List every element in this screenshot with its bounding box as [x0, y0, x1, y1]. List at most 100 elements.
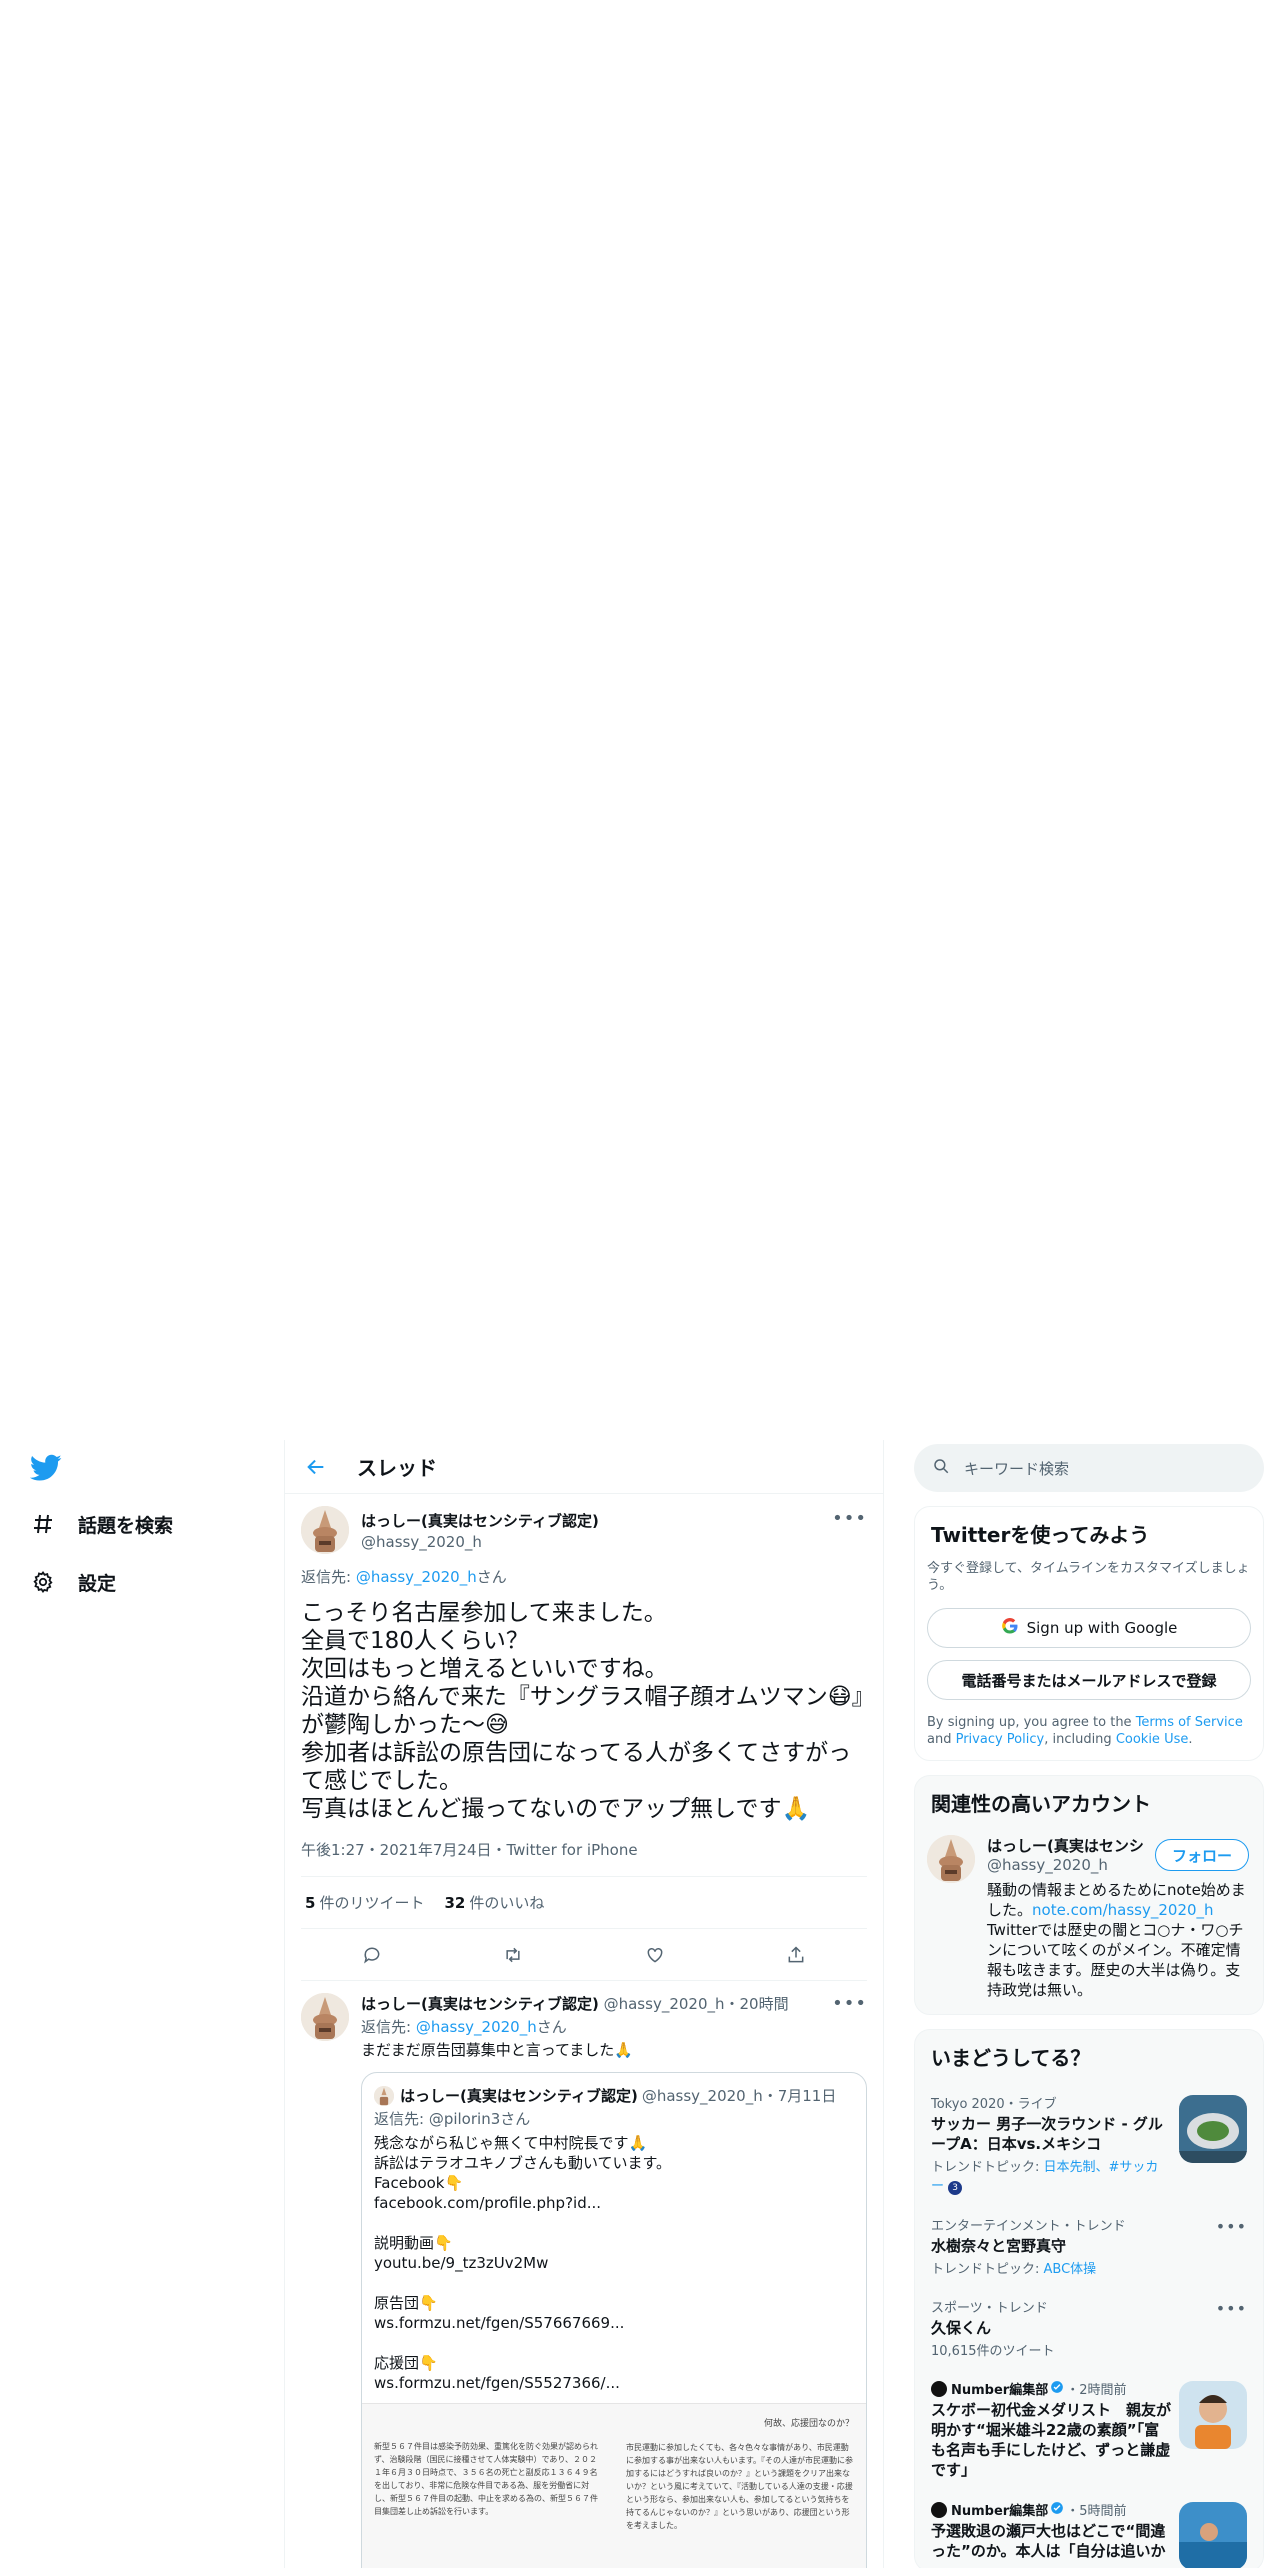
news-time: ・5時間前: [1066, 2504, 1127, 2519]
search-icon: [932, 1457, 950, 1479]
news-item[interactable]: Number編集部 ・5時間前 予選敗退の瀬戸大也はどこで“間違った”のか。本人…: [915, 2490, 1263, 2568]
trend-topics: トレンドトピック: ABC体操: [931, 2258, 1247, 2277]
search-box[interactable]: キーワード検索: [914, 1444, 1264, 1492]
doc-right-title: 何故、応援団なのか？: [763, 2419, 854, 2429]
news-item[interactable]: Number編集部 ・2時間前 スケボー初代金メダリスト 親友が明かす“堀米雄斗…: [915, 2369, 1263, 2490]
legal-end: .: [1188, 1732, 1193, 1747]
legal-prefix: By signing up, you agree to the: [927, 1715, 1136, 1730]
twitter-logo-icon[interactable]: [29, 1454, 62, 1482]
signup-subtitle: 今すぐ登録して、タイムラインをカスタマイズしましょう。: [927, 1561, 1250, 1593]
reply-author-name[interactable]: はっしー(真実はセンシティブ認定): [361, 1995, 599, 2013]
gear-icon: [30, 1569, 56, 1595]
tweet-text: こっそり名古屋参加して来ました。 全員で180人くらい？ 次回はもっと増えるとい…: [301, 1600, 864, 1822]
trend-headline: 水樹奈々と宮野真守: [931, 2237, 1067, 2255]
tweet-stats: 5 件のリツイート 32 件のいいね: [301, 1877, 867, 1929]
reply-replying-handle-link[interactable]: @hassy_2020_h: [416, 2018, 537, 2036]
related-title: 関連性の高いアカウント: [931, 1792, 1151, 1816]
related-bio-suffix: Twitterでは歴史の闇とコ○ナ・ワ○チンについて呟くのがメイン。不確定情報も…: [987, 1921, 1244, 1999]
stadium-thumbnail: [1179, 2095, 1247, 2163]
nav-explore[interactable]: 話題を検索: [30, 1504, 173, 1544]
news-headline: 予選敗退の瀬戸大也はどこで“間違った”のか。本人は「自分は追いか: [931, 2522, 1166, 2560]
related-accounts-card: 関連性の高いアカウント はっしー(真実はセンシ @hassy_2020_h 騒動…: [914, 1775, 1264, 2015]
quote-document-image[interactable]: 新型５６７件目は感染予防効果、重篤化を防ぐ効果が認められず、治験段階（国民に接種…: [362, 2403, 866, 2568]
reply-more-options-icon[interactable]: •••: [832, 1993, 867, 2014]
phone-email-signup-button[interactable]: 電話番号またはメールアドレスで登録: [927, 1660, 1251, 1700]
search-input[interactable]: キーワード検索: [964, 1458, 1069, 1479]
reply-replying-suffix: さん: [536, 2018, 567, 2036]
nav-explore-label: 話題を検索: [78, 1514, 174, 1537]
page-title: スレッド: [357, 1456, 437, 1480]
retweet-label[interactable]: 件のリツイート: [319, 1892, 424, 1913]
related-bio-link[interactable]: note.com/hassy_2020_h: [1032, 1901, 1214, 1919]
trend-item[interactable]: スポーツ・トレンド 久保くん 10,615件のツイート •••: [915, 2287, 1263, 2369]
avatar[interactable]: [927, 1835, 975, 1883]
swimmer-thumbnail: [1179, 2502, 1247, 2568]
author-name[interactable]: はっしー(真実はセンシティブ認定): [361, 1510, 599, 1531]
verified-icon: [1050, 2501, 1064, 2519]
google-signup-label: Sign up with Google: [1026, 1619, 1178, 1637]
more-options-icon[interactable]: •••: [832, 1508, 867, 1529]
doc-right-text: 市民運動に参加したくても、各々色々な事情があり、市民運動に参加する事が出来ない人…: [626, 2443, 854, 2530]
trend-item[interactable]: エンターテインメント・トレンド 水樹奈々と宮野真守 トレンドトピック: ABC体…: [915, 2205, 1263, 2287]
replying-handle-link[interactable]: @hassy_2020_h: [356, 1568, 477, 1586]
hashtag-icon: [30, 1511, 56, 1537]
more-options-icon[interactable]: •••: [1216, 2299, 1247, 2318]
quote-replying-to: 返信先: @pilorin3さん: [374, 2110, 531, 2128]
author-handle[interactable]: @hassy_2020_h: [361, 1533, 599, 1551]
trend-item[interactable]: Tokyo 2020・ライブ サッカー 男子一次ラウンド - グループA：日本v…: [915, 2083, 1263, 2205]
tweet-actions: [301, 1929, 867, 1981]
right-sidebar: キーワード検索 Twitterを使ってみよう 今すぐ登録して、タイムラインをカス…: [914, 1440, 1264, 2568]
quote-avatar: [374, 2085, 394, 2106]
trend-topic-links[interactable]: ABC体操: [1044, 2262, 1097, 2277]
trend-context: スポーツ・トレンド: [931, 2301, 1048, 2316]
trend-badge: 3: [948, 2181, 963, 2195]
avatar[interactable]: [301, 1993, 349, 2041]
nav-settings-label: 設定: [78, 1572, 117, 1595]
like-icon[interactable]: [644, 1944, 666, 1966]
reply-replying-prefix: 返信先:: [361, 2018, 416, 2036]
avatar[interactable]: [301, 1506, 349, 1554]
quote-author-name: はっしー(真実はセンシティブ認定): [400, 2087, 638, 2105]
trends-card: いまどうしてる？ Tokyo 2020・ライブ サッカー 男子一次ラウンド - …: [914, 2029, 1264, 2568]
phone-email-signup-label: 電話番号またはメールアドレスで登録: [961, 1671, 1217, 1690]
trend-topics-prefix: トレンドトピック:: [931, 2262, 1044, 2277]
thread-column: スレッド はっしー(真実はセンシティブ認定) @hassy_2020_h •••…: [284, 1440, 884, 2568]
back-arrow-icon[interactable]: [305, 1456, 327, 1478]
privacy-link[interactable]: Privacy Policy: [956, 1732, 1045, 1747]
doc-left-text: 新型５６７件目は感染予防効果、重篤化を防ぐ効果が認められず、治験段階（国民に接種…: [374, 2442, 598, 2516]
more-options-icon[interactable]: •••: [1216, 2217, 1247, 2236]
left-nav: 話題を検索 設定: [0, 1440, 284, 2568]
terms-link[interactable]: Terms of Service: [1136, 1715, 1243, 1730]
reply-handle-time[interactable]: @hassy_2020_h・20時間: [604, 1995, 789, 2013]
google-icon: [1001, 1617, 1019, 1639]
trend-context: エンターテインメント・トレンド: [931, 2219, 1126, 2234]
replying-suffix: さん: [476, 1568, 507, 1586]
nav-settings[interactable]: 設定: [30, 1562, 116, 1602]
number-logo-icon: [931, 2501, 947, 2518]
trend-topics: トレンドトピック: 日本先制、#サッカー 3: [931, 2156, 1171, 2195]
like-label[interactable]: 件のいいね: [469, 1892, 544, 1913]
like-count[interactable]: 32: [444, 1894, 465, 1912]
number-logo-icon: [931, 2380, 947, 2397]
related-account[interactable]: はっしー(真実はセンシ @hassy_2020_h 騒動の情報まとめるためにno…: [915, 1829, 1263, 2014]
google-signup-button[interactable]: Sign up with Google: [927, 1608, 1251, 1648]
signup-legal: By signing up, you agree to the Terms of…: [915, 1700, 1263, 1760]
legal-including: , including: [1044, 1732, 1116, 1747]
replying-to: 返信先: @hassy_2020_hさん: [301, 1566, 867, 1587]
quote-handle-date: @hassy_2020_h・7月11日: [641, 2087, 837, 2105]
quote-text: 残念ながら私じゃ無くて中村院長です🙏 訴訟はテラオユキノブさんも動いています。 …: [374, 2134, 672, 2392]
skater-thumbnail: [1179, 2381, 1247, 2449]
cookie-link[interactable]: Cookie Use: [1116, 1732, 1189, 1747]
tweet-meta[interactable]: 午後1:27・2021年7月24日・Twitter for iPhone: [301, 1839, 867, 1877]
retweet-count[interactable]: 5: [305, 1894, 315, 1912]
quoted-tweet[interactable]: はっしー(真実はセンシティブ認定) @hassy_2020_h・7月11日 返信…: [361, 2072, 867, 2568]
share-icon[interactable]: [785, 1944, 807, 1966]
trend-topics-prefix: トレンドトピック:: [931, 2160, 1044, 2175]
related-bio: 騒動の情報まとめるためにnote始めました。note.com/hassy_202…: [987, 1880, 1251, 2000]
retweet-icon[interactable]: [502, 1944, 524, 1966]
thread-header: スレッド: [285, 1440, 883, 1494]
reply-tweet[interactable]: はっしー(真実はセンシティブ認定) @hassy_2020_h・20時間 返信先…: [285, 1981, 883, 2568]
trend-count: 10,615件のツイート: [931, 2344, 1055, 2359]
reply-icon[interactable]: [361, 1944, 383, 1966]
follow-button[interactable]: フォロー: [1154, 1839, 1249, 1871]
